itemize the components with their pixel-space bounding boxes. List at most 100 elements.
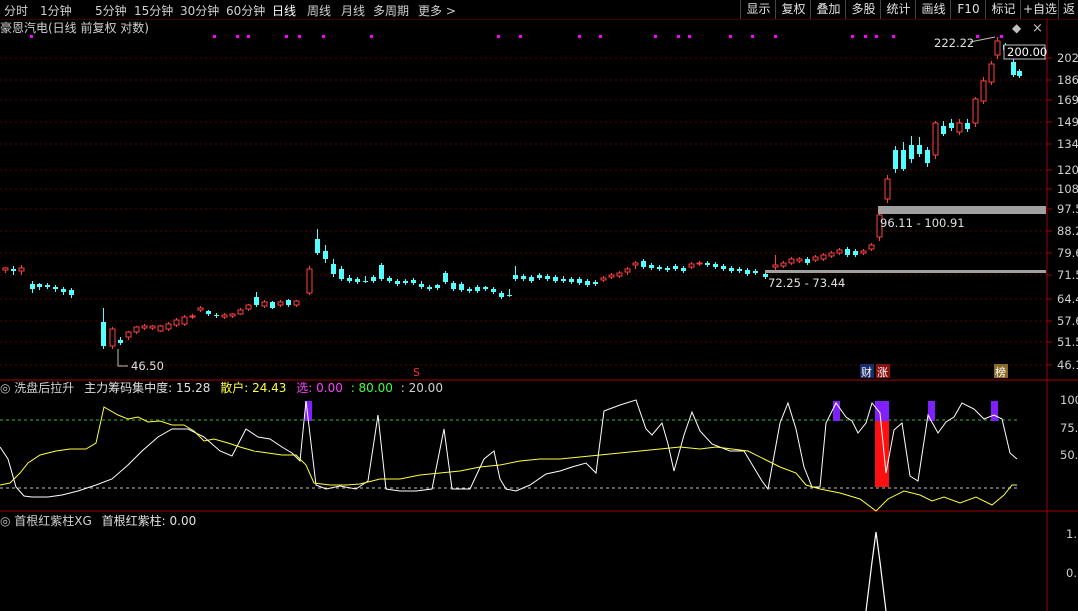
finance-marker[interactable]: 财 — [861, 365, 872, 379]
indicator1-header: ◎ 洗盘后拉升 主力筹码集中度: 15.28 散户: 24.43 选: 0.00… — [0, 380, 443, 395]
signal-dot — [497, 35, 500, 38]
stats-button[interactable]: 统计 — [880, 0, 916, 19]
multi-stock-button[interactable]: 多股 — [845, 0, 881, 19]
select-label: 选: — [296, 381, 312, 395]
tab-daily[interactable]: 日线 — [272, 2, 296, 19]
candle-body-up — [860, 250, 867, 254]
signal-dots-row — [30, 35, 1003, 38]
s-event-marker[interactable]: S — [413, 366, 420, 379]
support-zone-label: 72.25 - 73.44 — [768, 276, 845, 290]
back-button[interactable]: 返 — [1058, 0, 1078, 19]
candle-body-up — [221, 314, 228, 318]
candle-body-down — [347, 278, 352, 281]
low-pointer-line — [117, 349, 128, 367]
price-axis-label: 71.5 — [1057, 268, 1078, 282]
candle-body-up — [237, 309, 244, 315]
candle-body-up — [197, 307, 204, 311]
tab-monthly[interactable]: 月线 — [341, 2, 365, 19]
price-axis: 202 186 169 149 134 120 108 97.5 88.2 79.6 71.5 64.… — [1047, 51, 1078, 372]
candle-body-down — [705, 263, 710, 265]
candle-body-up — [109, 328, 116, 347]
tab-multi-period[interactable]: 多周期 — [373, 2, 409, 19]
candle-body-up — [780, 262, 787, 267]
candle-body-down — [681, 268, 686, 271]
candle-body-down — [593, 282, 598, 284]
kline-chart-area[interactable]: 豪恩汽电(日线 前复权 对数) ◆ × 96.11 - 100.91 72.25… — [0, 19, 1078, 611]
candle-body-up — [820, 254, 827, 260]
indicator2-name[interactable]: 首根红紫柱XG — [14, 513, 92, 528]
tab-1min[interactable]: 1分钟 — [40, 2, 72, 19]
limit-up-marker[interactable]: 涨 — [877, 366, 888, 379]
overlay-button[interactable]: 叠加 — [810, 0, 846, 19]
price-axis-label: 79.6 — [1057, 246, 1078, 260]
tab-5min[interactable]: 5分钟 — [95, 2, 127, 19]
candle-body-up — [181, 316, 188, 325]
candle-body-down — [315, 239, 320, 253]
draw-line-button[interactable]: 画线 — [915, 0, 951, 19]
candle-body-up — [189, 315, 196, 318]
candle-body-down — [403, 281, 408, 283]
candle-body-down — [491, 289, 496, 292]
candle-body-down — [45, 285, 50, 287]
candle-body-down — [69, 290, 74, 295]
ranking-marker[interactable]: 榜 — [995, 365, 1006, 379]
candle-body-up — [956, 122, 963, 133]
display-button[interactable]: 显示 — [740, 0, 776, 19]
retail-value: 24.43 — [252, 381, 286, 395]
add-watchlist-button[interactable]: +自选 — [1020, 0, 1059, 19]
candle-body-down — [805, 259, 810, 263]
candle-body-down — [254, 297, 259, 305]
indicator2-settings-icon[interactable]: ◎ — [0, 514, 14, 528]
candle-body-down — [965, 123, 970, 129]
candle-body-down — [467, 289, 472, 291]
candle-body-up — [688, 263, 695, 268]
close-icon[interactable]: × — [1032, 21, 1043, 36]
signal-dot — [298, 35, 301, 38]
tab-15min[interactable]: 15分钟 — [134, 2, 173, 19]
candle-body-down — [475, 287, 480, 291]
candle-body-down — [507, 295, 512, 296]
f10-button[interactable]: F10 — [950, 0, 986, 19]
retail-label: 散户: — [220, 380, 248, 395]
signal-dot — [729, 35, 732, 38]
candle-body-down — [270, 302, 275, 308]
candle-body-up — [988, 63, 995, 83]
signal-dot — [851, 35, 854, 38]
tab-weekly[interactable]: 周线 — [307, 2, 331, 19]
signal-dot — [213, 35, 216, 38]
candle-body-down — [537, 275, 542, 278]
candle-body-up — [2, 267, 9, 271]
indicator1-settings-icon[interactable]: ◎ — [0, 381, 14, 395]
price-axis-label: 186 — [1057, 73, 1078, 87]
candle-body-down — [1017, 71, 1022, 76]
indicator2-header: ◎ 首根红紫柱XG 首根红紫柱: 0.00 — [0, 513, 196, 528]
candle-body-down — [339, 269, 344, 279]
candle-body-down — [30, 284, 35, 289]
settings-icon[interactable]: ◆ — [1012, 21, 1022, 35]
mark-button[interactable]: 标记 — [985, 0, 1021, 19]
level-80-number: 80.00 — [359, 381, 393, 395]
current-price-label: 200.00 — [1007, 45, 1047, 59]
candle-body-down — [101, 322, 106, 346]
indicator1-name[interactable]: 洗盘后拉升 — [14, 380, 74, 395]
tab-more[interactable]: 更多 > — [418, 2, 456, 19]
tab-60min[interactable]: 60分钟 — [226, 2, 265, 19]
adjust-button[interactable]: 复权 — [775, 0, 811, 19]
tab-fenshi[interactable]: 分时 — [4, 2, 28, 19]
period-toolbar: 分时 1分钟 5分钟 15分钟 30分钟 60分钟 日线 周线 月线 多周期 更… — [0, 0, 1078, 20]
price-axis-label: 120 — [1057, 163, 1078, 177]
candle-body-down — [545, 276, 550, 279]
first-red-spike-line — [865, 531, 887, 611]
purple-signal-bar — [928, 401, 935, 421]
candle-body-down — [379, 265, 384, 279]
candle-body-down — [737, 269, 742, 271]
resistance-zone-label: 96.11 - 100.91 — [880, 216, 965, 230]
candle-body-up — [624, 268, 631, 273]
candle-body-up — [994, 40, 1001, 56]
candle-body-down — [925, 150, 930, 163]
signal-dot — [688, 35, 691, 38]
candle-body-down — [427, 287, 432, 289]
ind2-axis-0: 0. — [1066, 566, 1077, 580]
tab-30min[interactable]: 30分钟 — [180, 2, 219, 19]
candle-body-up — [796, 258, 803, 262]
